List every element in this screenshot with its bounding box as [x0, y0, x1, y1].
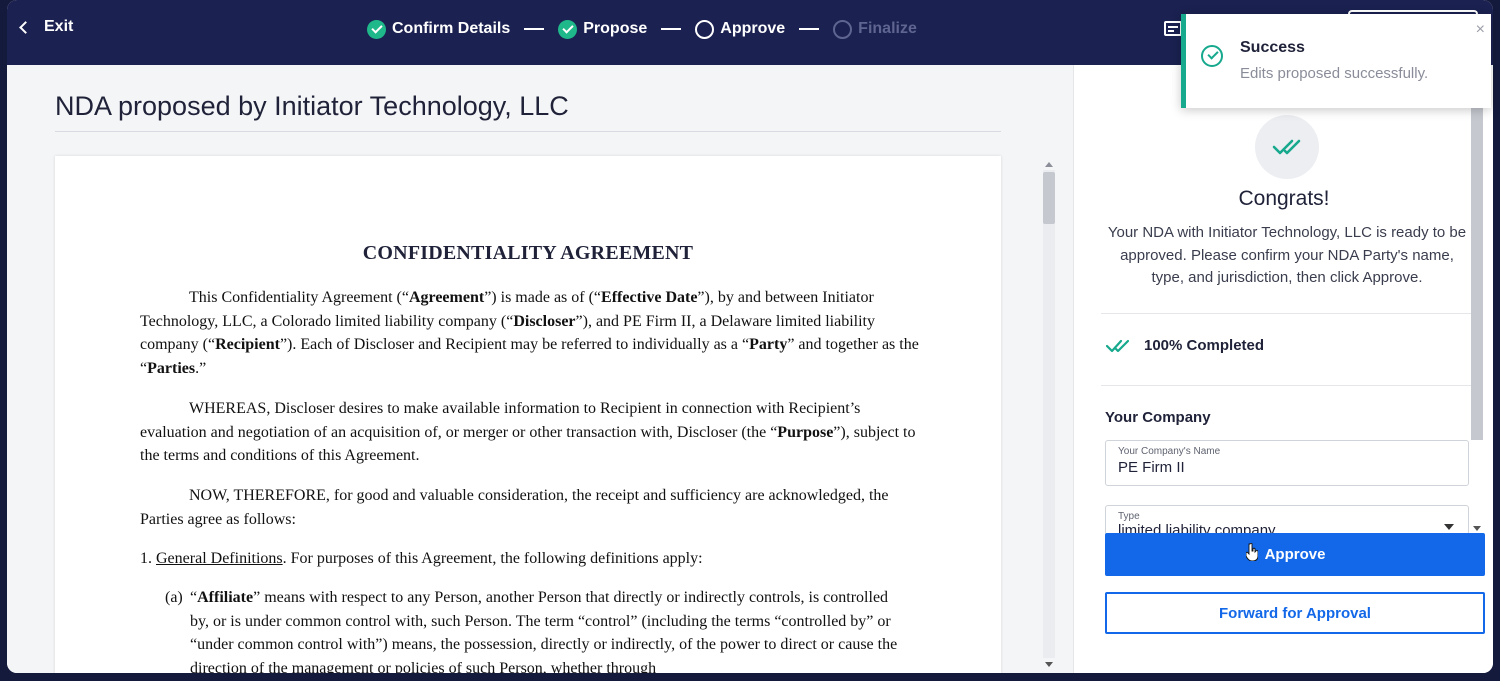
scroll-thumb[interactable] [1471, 105, 1483, 440]
panel-scrollbar[interactable] [1470, 105, 1484, 535]
field-label: Type [1118, 511, 1140, 522]
double-check-icon [1106, 339, 1130, 352]
double-check-icon [1255, 115, 1319, 179]
step-approve: Approve [695, 19, 786, 39]
scroll-up-icon[interactable] [1045, 162, 1053, 167]
approve-button[interactable]: Approve [1105, 533, 1485, 576]
close-icon[interactable]: × [1476, 22, 1485, 38]
check-circle-icon [1201, 45, 1223, 67]
step-label: Approve [720, 20, 786, 37]
scroll-thumb[interactable] [1043, 172, 1055, 224]
field-label: Your Company's Name [1118, 446, 1221, 457]
step-propose: Propose [558, 19, 648, 39]
caret-down-icon[interactable] [1444, 524, 1454, 530]
paragraph-whereas: WHEREAS, Discloser desires to make avail… [140, 400, 916, 465]
document-scrollbar[interactable] [1041, 162, 1057, 667]
step-connector [799, 28, 820, 30]
step-label: Finalize [858, 20, 917, 37]
approval-panel: Congrats! Your NDA with Initiator Techno… [1073, 65, 1493, 673]
divider [55, 131, 1001, 132]
paragraph-therefore: NOW, THEREFORE, for good and valuable co… [140, 487, 889, 528]
paragraph-intro: This Confidentiality Agreement (“Agreeme… [140, 289, 919, 377]
divider [1101, 313, 1471, 314]
toast-title: Success [1240, 39, 1305, 56]
step-connector [524, 28, 545, 30]
page-title: NDA proposed by Initiator Technology, LL… [55, 91, 569, 121]
check-circle-icon [367, 19, 386, 39]
congrats-message: Your NDA with Initiator Technology, LLC … [1107, 224, 1467, 286]
divider [1101, 385, 1471, 386]
congrats-title: Congrats! [1238, 187, 1330, 210]
section-title: Your Company [1105, 409, 1211, 426]
exit-label: Exit [44, 18, 74, 35]
hand-cursor-icon [1246, 543, 1258, 561]
company-name-field[interactable]: Your Company's Name PE Firm II [1105, 440, 1469, 486]
toast-message: Edits proposed successfully. [1240, 65, 1429, 82]
document-view-icon[interactable] [1164, 21, 1182, 36]
completion-label: 100% Completed [1144, 337, 1265, 354]
document-heading: CONFIDENTIALITY AGREEMENT [362, 242, 694, 264]
field-value: PE Firm II [1118, 459, 1185, 476]
step-label: Confirm Details [392, 20, 511, 37]
empty-circle-icon [833, 19, 853, 39]
forward-for-approval-button[interactable]: Forward for Approval [1105, 592, 1485, 634]
section-general-definitions: 1. General Definitions. For purposes of … [140, 550, 703, 567]
exit-button[interactable]: Exit [19, 18, 74, 36]
chevron-left-icon [19, 21, 32, 34]
document-page: CONFIDENTIALITY AGREEMENT This Confident… [55, 156, 1001, 673]
progress-stepper: Confirm Details Propose Approve Finalize [367, 17, 917, 41]
scroll-down-icon[interactable] [1045, 662, 1053, 667]
check-circle-icon [558, 19, 578, 39]
company-type-select[interactable]: Type limited liability company [1105, 505, 1469, 535]
empty-circle-icon [695, 19, 715, 39]
step-label: Propose [583, 20, 648, 37]
step-confirm-details: Confirm Details [367, 19, 511, 39]
document-area: NDA proposed by Initiator Technology, LL… [7, 65, 1073, 673]
definition-affiliate: (a) “Affiliate” means with respect to an… [165, 589, 898, 673]
step-finalize: Finalize [833, 19, 917, 39]
success-toast: Success Edits proposed successfully. × [1181, 14, 1491, 108]
completion-status: 100% Completed [1106, 337, 1264, 354]
step-connector [661, 28, 682, 30]
scroll-down-icon[interactable] [1473, 526, 1481, 531]
